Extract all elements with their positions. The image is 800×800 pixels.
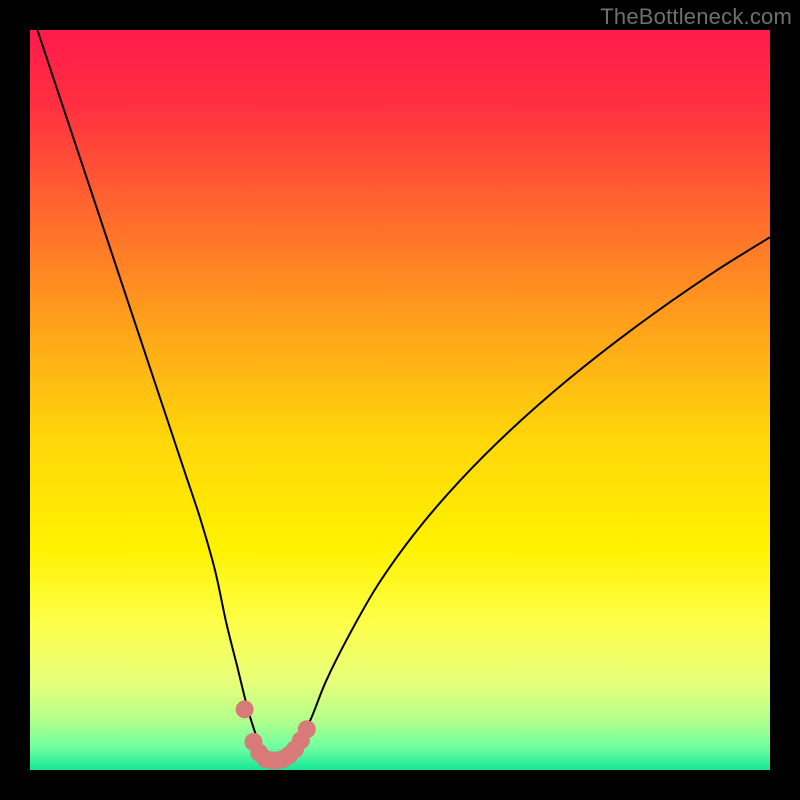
watermark-text: TheBottleneck.com bbox=[600, 4, 792, 30]
sweet-spot-dot bbox=[298, 720, 316, 738]
chart-frame: TheBottleneck.com bbox=[0, 0, 800, 800]
plot-background bbox=[30, 30, 770, 770]
sweet-spot-dot bbox=[236, 700, 254, 718]
bottleneck-chart bbox=[30, 30, 770, 770]
